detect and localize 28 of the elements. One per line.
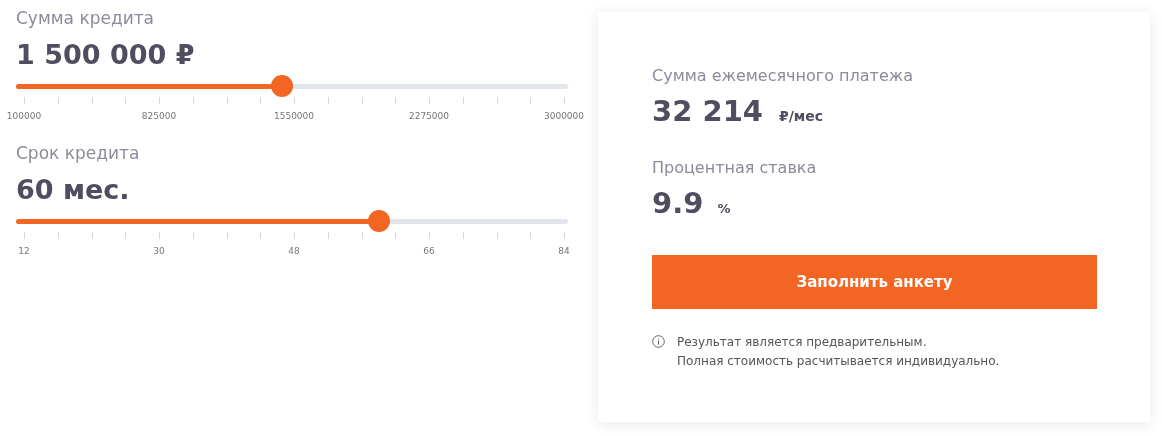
tick-label: 1550000 — [273, 110, 315, 123]
tick-label: 84 — [558, 245, 570, 258]
rate-value: 9.9 — [652, 184, 704, 222]
fill-form-button[interactable]: Заполнить анкету — [652, 255, 1097, 309]
rate-unit: % — [717, 199, 731, 218]
tick-label: 66 — [423, 245, 435, 258]
tick-label: 12 — [18, 245, 30, 258]
field-label: Сумма кредита — [16, 8, 156, 28]
rate-label: Процентная ставка — [652, 156, 818, 179]
field-value: 60 мес. — [16, 173, 131, 207]
field-label: Срок кредита — [16, 143, 141, 163]
note-text: Полная стоимость расчитывается индивидуально. — [677, 353, 1000, 370]
tick-label: 825000 — [141, 110, 177, 123]
slider-thumb[interactable] — [368, 210, 391, 232]
tick-label: 30 — [153, 245, 165, 258]
slider[interactable] — [16, 210, 568, 232]
payment-value: 32 214 — [652, 93, 763, 130]
tick-label: 48 — [288, 245, 300, 258]
slider[interactable] — [16, 75, 568, 97]
tick-label: 2275000 — [408, 110, 450, 123]
payment-label: Сумма ежемесячного платежа — [652, 65, 914, 87]
tick-label: 100000 — [6, 110, 42, 123]
slider-thumb[interactable] — [271, 75, 294, 97]
tick-label: 3000000 — [543, 110, 585, 123]
note-text: Результат является предварительным. — [677, 334, 928, 351]
field-value: 1 500 000 ₽ — [16, 38, 196, 72]
info-icon — [652, 335, 665, 348]
payment-unit: ₽/мес — [779, 107, 824, 126]
